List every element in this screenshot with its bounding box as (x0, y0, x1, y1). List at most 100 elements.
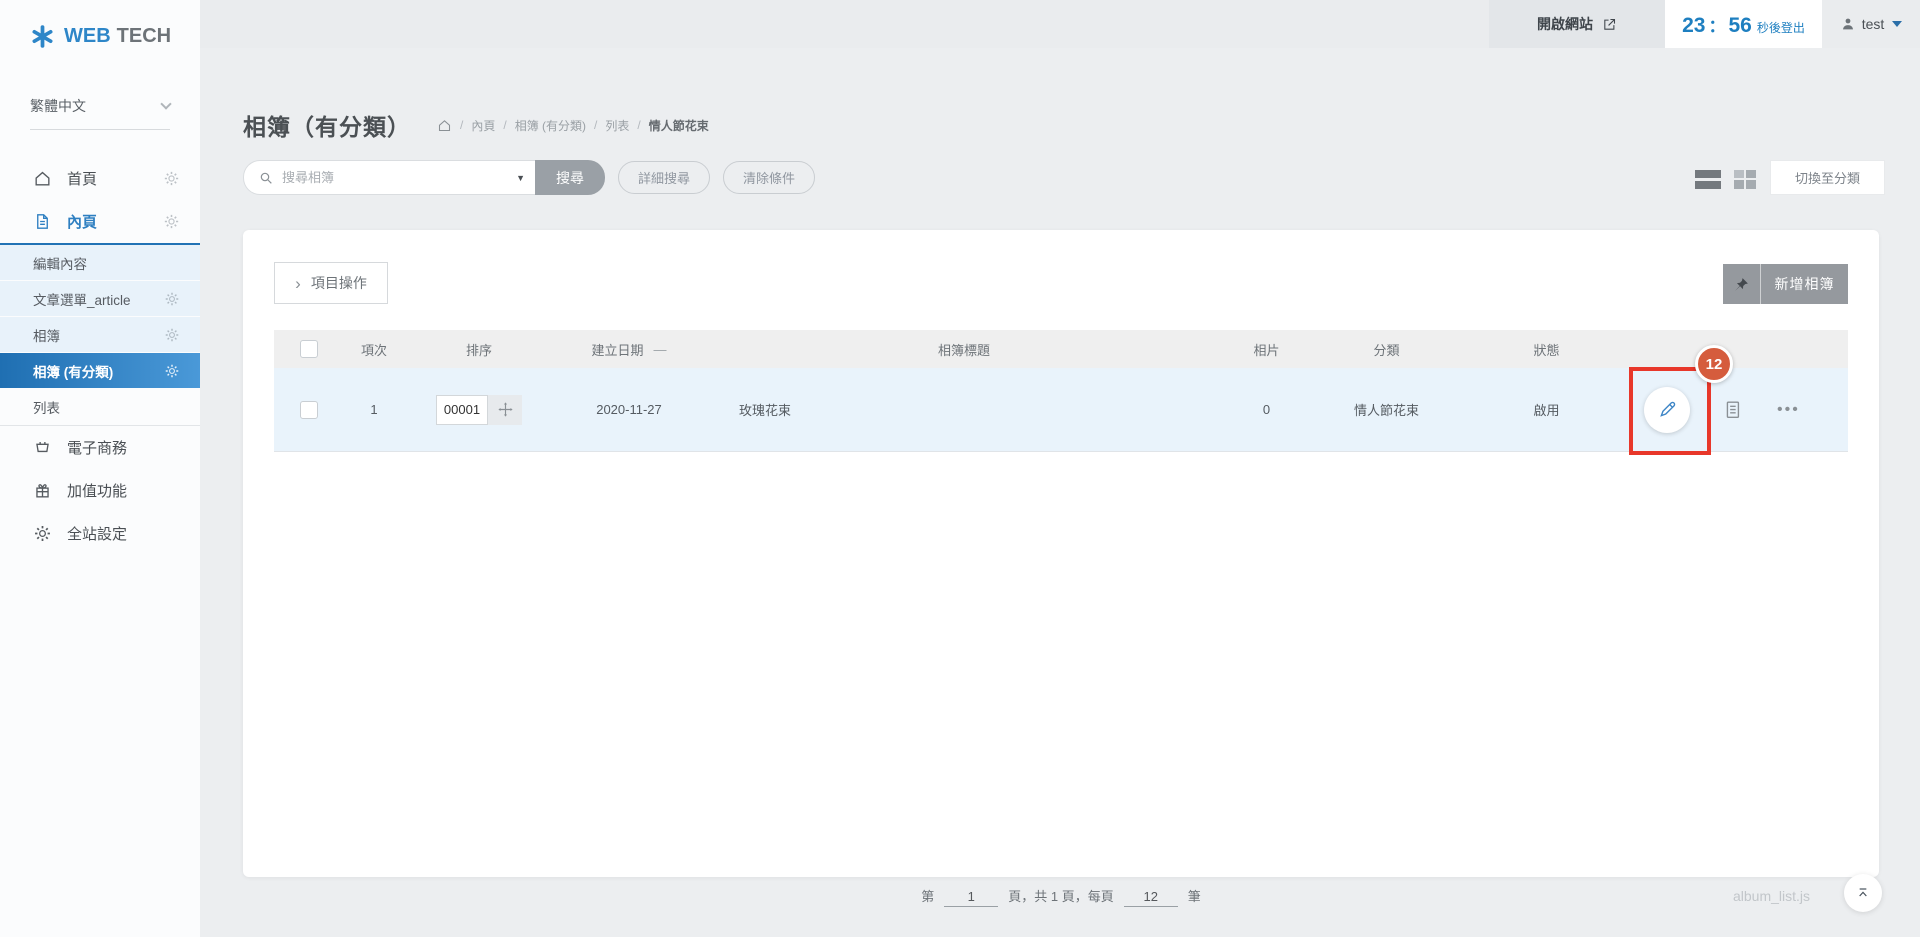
row-no: 1 (334, 402, 414, 417)
sidebar-item-site-settings[interactable]: 全站設定 (0, 512, 200, 555)
sidebar-submenu: 編輯內容 文章選單_article 相簿 相簿 (有分類) 列表 (0, 243, 200, 425)
list-view-icon[interactable] (1695, 170, 1721, 189)
timer-seconds: 56 (1728, 14, 1751, 38)
sidebar-item-ecommerce[interactable]: 電子商務 (0, 426, 200, 469)
sidebar-item-inner-pages[interactable]: 內頁 (0, 200, 200, 243)
sidebar-subitem-album-categorized[interactable]: 相簿 (有分類) (0, 353, 200, 389)
breadcrumb-item[interactable]: 列表 (605, 117, 629, 134)
add-album-button[interactable]: 新增相簿 (1723, 264, 1848, 304)
row-status: 啟用 (1454, 400, 1639, 419)
timer-minutes: 23 (1682, 14, 1705, 38)
external-link-icon (1602, 17, 1617, 32)
user-icon (1840, 16, 1856, 32)
item-actions-label: 項目操作 (311, 273, 367, 293)
gear-icon[interactable] (163, 213, 180, 230)
sidebar-item-label: 首頁 (67, 168, 97, 189)
table-header-row: 項次 排序 建立日期 — 相簿標題 相片 分類 狀態 (274, 330, 1848, 368)
sidebar-subitem-list[interactable]: 列表 (0, 389, 200, 425)
breadcrumb-item[interactable]: 內頁 (471, 117, 495, 134)
drag-handle-icon[interactable] (488, 395, 522, 425)
script-filename: album_list.js (1733, 888, 1810, 904)
header-status: 狀態 (1454, 340, 1639, 359)
copy-document-icon (1721, 399, 1743, 421)
per-page-input[interactable] (1124, 889, 1178, 907)
gear-icon[interactable] (164, 363, 180, 379)
sort-indicator-icon[interactable]: — (654, 342, 667, 357)
sidebar-subitem-label: 相簿 (有分類) (33, 361, 113, 381)
search-input[interactable] (282, 170, 516, 185)
header-date[interactable]: 建立日期 — (544, 340, 714, 359)
sidebar-subitem-article-menu[interactable]: 文章選單_article (0, 281, 200, 317)
search-toolbar: ▼ 搜尋 詳細搜尋 清除條件 (243, 160, 815, 195)
sidebar-item-home[interactable]: 首頁 (0, 157, 200, 200)
gear-icon[interactable] (163, 170, 180, 187)
grid-view-icon[interactable] (1734, 170, 1756, 189)
gear-icon[interactable] (164, 327, 180, 343)
breadcrumb-home-icon[interactable] (437, 118, 452, 133)
brand-logo[interactable]: WEB TECH (30, 24, 171, 49)
page-number-input[interactable] (944, 889, 998, 907)
chevron-down-icon (160, 98, 171, 109)
row-title: 玫瑰花束 (714, 400, 1214, 419)
add-album-label: 新增相簿 (1761, 264, 1848, 304)
switch-to-category-button[interactable]: 切換至分類 (1770, 160, 1885, 195)
top-bar: 開啟網站 23 ： 56 秒後登出 test (200, 0, 1920, 48)
header-date-label: 建立日期 (591, 340, 643, 359)
header-no: 項次 (334, 340, 414, 359)
brand-tech: TECH (117, 25, 171, 48)
row-checkbox[interactable] (300, 401, 318, 419)
row-photo-count: 0 (1214, 402, 1319, 417)
pin-icon[interactable] (1723, 264, 1761, 304)
view-controls: 切換至分類 (1695, 160, 1885, 195)
search-dropdown-caret-icon[interactable]: ▼ (516, 173, 525, 183)
header-sort[interactable]: 排序 (414, 340, 544, 359)
sort-order-input[interactable] (436, 395, 488, 425)
search-button[interactable]: 搜尋 (535, 160, 605, 195)
pagination-suffix: 筆 (1188, 889, 1201, 904)
breadcrumb-separator: / (460, 118, 463, 132)
sidebar-subitem-label: 文章選單_article (33, 289, 131, 309)
page-title: 相簿（有分類） (243, 108, 411, 142)
gift-icon (33, 481, 52, 500)
search-input-wrap: ▼ (243, 160, 535, 195)
sidebar-item-addons[interactable]: 加值功能 (0, 469, 200, 512)
album-table: 項次 排序 建立日期 — 相簿標題 相片 分類 狀態 1 (274, 330, 1848, 452)
language-selector[interactable]: 繁體中文 (30, 96, 170, 130)
gear-icon[interactable] (164, 291, 180, 307)
clear-filters-button[interactable]: 清除條件 (723, 161, 815, 194)
chevron-up-icon (1855, 885, 1871, 901)
row-date: 2020-11-27 (544, 402, 714, 417)
select-all-checkbox[interactable] (300, 340, 318, 358)
sidebar-nav: 首頁 內頁 編輯內容 文章選單_article 相簿 相簿 (有分類) (0, 157, 200, 555)
advanced-search-button[interactable]: 詳細搜尋 (618, 161, 710, 194)
sidebar-subitem-album[interactable]: 相簿 (0, 317, 200, 353)
session-timer: 23 ： 56 秒後登出 (1665, 0, 1822, 48)
breadcrumb-item[interactable]: 相簿 (有分類) (515, 117, 586, 134)
timer-suffix: 秒後登出 (1757, 19, 1805, 36)
asterisk-logo-icon (30, 24, 55, 49)
header-photos: 相片 (1214, 340, 1319, 359)
breadcrumb-separator: / (503, 118, 506, 132)
breadcrumb-separator: / (594, 118, 597, 132)
page-header: 相簿（有分類） / 內頁 / 相簿 (有分類) / 列表 / 情人節花束 (243, 103, 709, 147)
username: test (1862, 16, 1885, 32)
copy-button[interactable] (1721, 399, 1743, 421)
sidebar-subitem-edit-content[interactable]: 編輯內容 (0, 245, 200, 281)
sidebar-subitem-label: 相簿 (33, 325, 60, 345)
user-menu[interactable]: test (1822, 0, 1920, 48)
more-actions-button[interactable]: ••• (1777, 401, 1800, 419)
search-group: ▼ 搜尋 (243, 160, 605, 195)
breadcrumb-current: 情人節花束 (649, 117, 709, 134)
item-actions-button[interactable]: › 項目操作 (274, 262, 388, 304)
scroll-to-top-button[interactable] (1844, 874, 1882, 912)
breadcrumb-separator: / (637, 118, 640, 132)
table-row: 1 2020-11-27 玫瑰花束 0 情人節花束 啟用 (274, 368, 1848, 452)
open-site-label: 開啟網站 (1537, 14, 1593, 34)
content-card: › 項目操作 新增相簿 項次 排序 建立日期 — 相簿標題 相片 分類 狀態 1 (243, 230, 1879, 877)
edit-button[interactable] (1644, 387, 1690, 433)
pagination-middle: 頁，共 1 頁，每頁 (1008, 889, 1113, 904)
open-site-button[interactable]: 開啟網站 (1489, 0, 1665, 48)
breadcrumb: / 內頁 / 相簿 (有分類) / 列表 / 情人節花束 (437, 117, 709, 134)
sidebar-item-label: 電子商務 (67, 437, 127, 458)
brand-web: WEB (64, 25, 111, 48)
